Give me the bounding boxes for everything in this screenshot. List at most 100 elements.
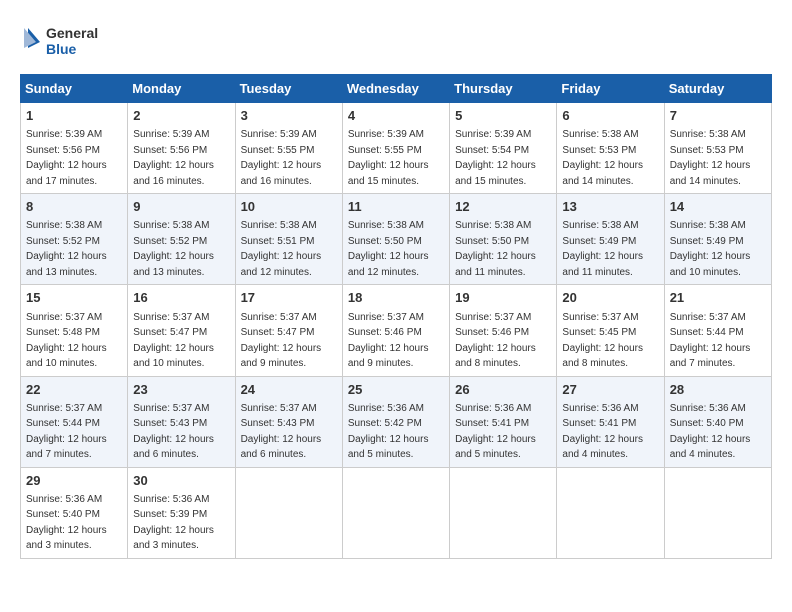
calendar-cell: 15 Sunrise: 5:37 AMSunset: 5:48 PMDayligh… xyxy=(21,285,128,376)
day-number: 11 xyxy=(348,198,444,216)
cell-content: Sunrise: 5:39 AMSunset: 5:55 PMDaylight:… xyxy=(348,129,429,187)
day-number: 29 xyxy=(26,472,122,490)
day-number: 1 xyxy=(26,107,122,125)
calendar-table: SundayMondayTuesdayWednesdayThursdayFrid… xyxy=(20,74,772,559)
cell-content: Sunrise: 5:36 AMSunset: 5:40 PMDaylight:… xyxy=(26,494,107,552)
day-number: 13 xyxy=(562,198,658,216)
day-number: 7 xyxy=(670,107,766,125)
weekday-header-saturday: Saturday xyxy=(664,75,771,103)
calendar-cell: 7 Sunrise: 5:38 AMSunset: 5:53 PMDaylight… xyxy=(664,103,771,194)
weekday-header-wednesday: Wednesday xyxy=(342,75,449,103)
day-number: 5 xyxy=(455,107,551,125)
page-header: General Blue xyxy=(20,20,772,64)
cell-content: Sunrise: 5:39 AMSunset: 5:56 PMDaylight:… xyxy=(26,129,107,187)
cell-content: Sunrise: 5:38 AMSunset: 5:53 PMDaylight:… xyxy=(562,129,643,187)
day-number: 30 xyxy=(133,472,229,490)
day-number: 18 xyxy=(348,289,444,307)
cell-content: Sunrise: 5:39 AMSunset: 5:56 PMDaylight:… xyxy=(133,129,214,187)
calendar-cell: 16 Sunrise: 5:37 AMSunset: 5:47 PMDayligh… xyxy=(128,285,235,376)
weekday-header-row: SundayMondayTuesdayWednesdayThursdayFrid… xyxy=(21,75,772,103)
calendar-cell: 30 Sunrise: 5:36 AMSunset: 5:39 PMDayligh… xyxy=(128,467,235,558)
cell-content: Sunrise: 5:37 AMSunset: 5:46 PMDaylight:… xyxy=(348,312,429,370)
day-number: 28 xyxy=(670,381,766,399)
day-number: 21 xyxy=(670,289,766,307)
calendar-cell: 27 Sunrise: 5:36 AMSunset: 5:41 PMDayligh… xyxy=(557,376,664,467)
day-number: 20 xyxy=(562,289,658,307)
cell-content: Sunrise: 5:38 AMSunset: 5:50 PMDaylight:… xyxy=(455,220,536,278)
weekday-header-friday: Friday xyxy=(557,75,664,103)
cell-content: Sunrise: 5:38 AMSunset: 5:49 PMDaylight:… xyxy=(562,220,643,278)
calendar-cell: 4 Sunrise: 5:39 AMSunset: 5:55 PMDaylight… xyxy=(342,103,449,194)
calendar-week-2: 8 Sunrise: 5:38 AMSunset: 5:52 PMDaylight… xyxy=(21,194,772,285)
cell-content: Sunrise: 5:36 AMSunset: 5:40 PMDaylight:… xyxy=(670,403,751,461)
calendar-cell: 20Sunrise: 5:37 AMSunset: 5:45 PMDayligh… xyxy=(557,285,664,376)
calendar-cell: 22Sunrise: 5:37 AMSunset: 5:44 PMDayligh… xyxy=(21,376,128,467)
day-number: 24 xyxy=(241,381,337,399)
day-number: 4 xyxy=(348,107,444,125)
cell-content: Sunrise: 5:39 AMSunset: 5:54 PMDaylight:… xyxy=(455,129,536,187)
cell-content: Sunrise: 5:38 AMSunset: 5:50 PMDaylight:… xyxy=(348,220,429,278)
cell-content: Sunrise: 5:37 AMSunset: 5:44 PMDaylight:… xyxy=(670,312,751,370)
calendar-cell xyxy=(342,467,449,558)
logo: General Blue xyxy=(20,20,110,64)
cell-content: Sunrise: 5:36 AMSunset: 5:41 PMDaylight:… xyxy=(562,403,643,461)
calendar-cell xyxy=(557,467,664,558)
calendar-cell: 29 Sunrise: 5:36 AMSunset: 5:40 PMDayligh… xyxy=(21,467,128,558)
calendar-cell: 6 Sunrise: 5:38 AMSunset: 5:53 PMDaylight… xyxy=(557,103,664,194)
cell-content: Sunrise: 5:37 AMSunset: 5:43 PMDaylight:… xyxy=(133,403,214,461)
calendar-cell: 26 Sunrise: 5:36 AMSunset: 5:41 PMDayligh… xyxy=(450,376,557,467)
calendar-cell: 25 Sunrise: 5:36 AMSunset: 5:42 PMDayligh… xyxy=(342,376,449,467)
calendar-cell: 24 Sunrise: 5:37 AMSunset: 5:43 PMDayligh… xyxy=(235,376,342,467)
day-number: 23 xyxy=(133,381,229,399)
day-number: 26 xyxy=(455,381,551,399)
day-number: 2 xyxy=(133,107,229,125)
cell-content: Sunrise: 5:36 AMSunset: 5:39 PMDaylight:… xyxy=(133,494,214,552)
calendar-header: SundayMondayTuesdayWednesdayThursdayFrid… xyxy=(21,75,772,103)
logo-svg: General Blue xyxy=(20,20,110,64)
calendar-cell: 8Sunrise: 5:38 AMSunset: 5:52 PMDaylight… xyxy=(21,194,128,285)
day-number: 16 xyxy=(133,289,229,307)
cell-content: Sunrise: 5:36 AMSunset: 5:41 PMDaylight:… xyxy=(455,403,536,461)
day-number: 27 xyxy=(562,381,658,399)
cell-content: Sunrise: 5:38 AMSunset: 5:52 PMDaylight:… xyxy=(133,220,214,278)
calendar-week-3: 15 Sunrise: 5:37 AMSunset: 5:48 PMDayligh… xyxy=(21,285,772,376)
cell-content: Sunrise: 5:37 AMSunset: 5:43 PMDaylight:… xyxy=(241,403,322,461)
day-number: 10 xyxy=(241,198,337,216)
day-number: 25 xyxy=(348,381,444,399)
weekday-header-tuesday: Tuesday xyxy=(235,75,342,103)
day-number: 22 xyxy=(26,381,122,399)
calendar-cell: 23 Sunrise: 5:37 AMSunset: 5:43 PMDayligh… xyxy=(128,376,235,467)
day-number: 9 xyxy=(133,198,229,216)
calendar-cell xyxy=(664,467,771,558)
day-number: 12 xyxy=(455,198,551,216)
calendar-body: 1 Sunrise: 5:39 AMSunset: 5:56 PMDaylight… xyxy=(21,103,772,559)
calendar-cell: 5 Sunrise: 5:39 AMSunset: 5:54 PMDaylight… xyxy=(450,103,557,194)
day-number: 15 xyxy=(26,289,122,307)
calendar-week-4: 22Sunrise: 5:37 AMSunset: 5:44 PMDayligh… xyxy=(21,376,772,467)
day-number: 6 xyxy=(562,107,658,125)
cell-content: Sunrise: 5:37 AMSunset: 5:48 PMDaylight:… xyxy=(26,312,107,370)
day-number: 8 xyxy=(26,198,122,216)
calendar-cell xyxy=(450,467,557,558)
calendar-cell xyxy=(235,467,342,558)
cell-content: Sunrise: 5:36 AMSunset: 5:42 PMDaylight:… xyxy=(348,403,429,461)
calendar-cell: 3Sunrise: 5:39 AMSunset: 5:55 PMDaylight… xyxy=(235,103,342,194)
calendar-cell: 2 Sunrise: 5:39 AMSunset: 5:56 PMDaylight… xyxy=(128,103,235,194)
cell-content: Sunrise: 5:38 AMSunset: 5:53 PMDaylight:… xyxy=(670,129,751,187)
calendar-cell: 18 Sunrise: 5:37 AMSunset: 5:46 PMDayligh… xyxy=(342,285,449,376)
calendar-cell: 14 Sunrise: 5:38 AMSunset: 5:49 PMDayligh… xyxy=(664,194,771,285)
day-number: 17 xyxy=(241,289,337,307)
calendar-week-1: 1 Sunrise: 5:39 AMSunset: 5:56 PMDaylight… xyxy=(21,103,772,194)
calendar-week-5: 29 Sunrise: 5:36 AMSunset: 5:40 PMDayligh… xyxy=(21,467,772,558)
calendar-cell: 11 Sunrise: 5:38 AMSunset: 5:50 PMDayligh… xyxy=(342,194,449,285)
day-number: 14 xyxy=(670,198,766,216)
weekday-header-monday: Monday xyxy=(128,75,235,103)
calendar-cell: 1 Sunrise: 5:39 AMSunset: 5:56 PMDaylight… xyxy=(21,103,128,194)
calendar-cell: 10Sunrise: 5:38 AMSunset: 5:51 PMDayligh… xyxy=(235,194,342,285)
cell-content: Sunrise: 5:37 AMSunset: 5:47 PMDaylight:… xyxy=(241,312,322,370)
cell-content: Sunrise: 5:37 AMSunset: 5:46 PMDaylight:… xyxy=(455,312,536,370)
calendar-cell: 9 Sunrise: 5:38 AMSunset: 5:52 PMDaylight… xyxy=(128,194,235,285)
calendar-cell: 28 Sunrise: 5:36 AMSunset: 5:40 PMDayligh… xyxy=(664,376,771,467)
cell-content: Sunrise: 5:38 AMSunset: 5:49 PMDaylight:… xyxy=(670,220,751,278)
cell-content: Sunrise: 5:37 AMSunset: 5:47 PMDaylight:… xyxy=(133,312,214,370)
